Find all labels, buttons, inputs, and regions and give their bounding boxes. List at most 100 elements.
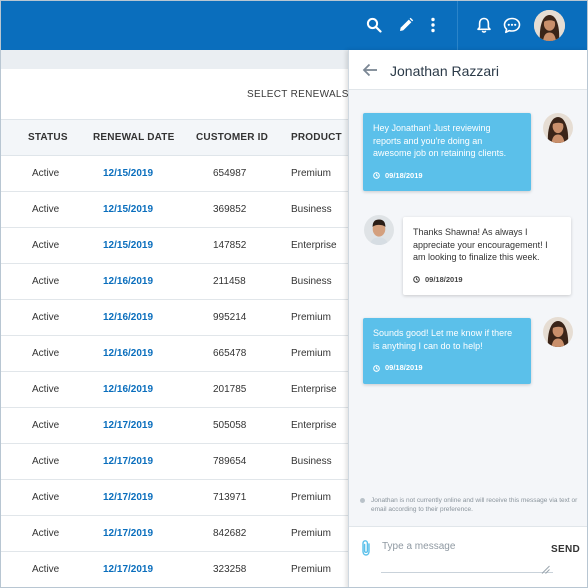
status-cell: Active <box>32 204 60 215</box>
column-customer-id[interactable]: CUSTOMER ID <box>196 132 268 143</box>
status-cell: Active <box>32 312 60 323</box>
status-cell: Active <box>32 420 60 431</box>
message-timestamp: 09/18/2019 <box>385 363 423 372</box>
contact-avatar <box>364 215 394 245</box>
message-composer: SEND <box>349 526 587 587</box>
product-cell: Enterprise <box>291 420 337 431</box>
paperclip-icon[interactable] <box>359 539 373 557</box>
renewal-date-link[interactable]: 12/17/2019 <box>103 420 153 431</box>
offline-notice-text: Jonathan is not currently online and wil… <box>371 497 578 513</box>
column-renewal-date[interactable]: RENEWAL DATE <box>93 132 174 143</box>
more-vert-icon[interactable] <box>422 14 444 36</box>
message-timestamp: 09/18/2019 <box>385 170 423 180</box>
table-header: STATUS RENEWAL DATE CUSTOMER ID PRODUCT <box>1 119 349 156</box>
table-row[interactable]: Active 12/15/2019 654987 Premium <box>1 156 349 192</box>
table-row[interactable]: Active 12/17/2019 323258 Premium <box>1 552 349 587</box>
table-row[interactable]: Active 12/16/2019 665478 Premium <box>1 336 349 372</box>
message-time: 09/18/2019 <box>373 362 521 375</box>
select-renewals-heading: SELECT RENEWALS D <box>247 89 360 100</box>
table-row[interactable]: Active 12/16/2019 995214 Premium <box>1 300 349 336</box>
renewal-date-link[interactable]: 12/15/2019 <box>103 240 153 251</box>
customer-id-cell: 323258 <box>213 564 247 575</box>
message-text: Sounds good! Let me know if there is any… <box>373 328 513 351</box>
table-row[interactable]: Active 12/17/2019 713971 Premium <box>1 480 349 516</box>
product-cell: Premium <box>291 312 332 323</box>
customer-id-cell: 369852 <box>213 204 247 215</box>
status-cell: Active <box>32 528 60 539</box>
table-row[interactable]: Active 12/16/2019 201785 Enterprise <box>1 372 349 408</box>
user-avatar[interactable] <box>534 10 565 41</box>
product-cell: Business <box>291 276 332 287</box>
back-arrow-icon[interactable] <box>361 61 379 79</box>
renewal-date-link[interactable]: 12/17/2019 <box>103 528 153 539</box>
chat-icon[interactable] <box>501 14 523 36</box>
customer-id-cell: 147852 <box>213 240 247 251</box>
topbar-divider <box>457 1 458 50</box>
table-row[interactable]: Active 12/15/2019 147852 Enterprise <box>1 228 349 264</box>
pencil-icon[interactable] <box>395 14 417 36</box>
table-row[interactable]: Active 12/15/2019 369852 Business <box>1 192 349 228</box>
renewal-date-link[interactable]: 12/17/2019 <box>103 564 153 575</box>
chat-panel: Jonathan Razzari Hey Jonathan! Just revi… <box>348 50 587 587</box>
bell-icon[interactable] <box>473 14 495 36</box>
customer-id-cell: 789654 <box>213 456 247 467</box>
status-cell: Active <box>32 276 60 287</box>
renewal-date-link[interactable]: 12/16/2019 <box>103 348 153 359</box>
renewal-date-link[interactable]: 12/16/2019 <box>103 384 153 395</box>
product-cell: Premium <box>291 528 332 539</box>
customer-id-cell: 505058 <box>213 420 247 431</box>
product-cell: Premium <box>291 564 332 575</box>
search-icon[interactable] <box>363 14 385 36</box>
table-row[interactable]: Active 12/16/2019 211458 Business <box>1 264 349 300</box>
renewal-date-link[interactable]: 12/17/2019 <box>103 492 153 503</box>
customer-id-cell: 211458 <box>213 276 246 287</box>
clock-icon <box>413 276 420 284</box>
message-time: 09/18/2019 <box>373 170 521 183</box>
status-cell: Active <box>32 240 60 251</box>
table-row[interactable]: Active 12/17/2019 789654 Business <box>1 444 349 480</box>
resize-grip-icon[interactable] <box>541 561 550 574</box>
column-status[interactable]: STATUS <box>28 132 68 143</box>
product-cell: Business <box>291 456 332 467</box>
chat-header: Jonathan Razzari <box>349 50 587 90</box>
clock-icon <box>373 172 380 180</box>
message-time: 09/18/2019 <box>413 274 561 287</box>
product-cell: Enterprise <box>291 384 337 395</box>
send-button[interactable]: SEND <box>551 544 580 555</box>
product-cell: Premium <box>291 168 332 179</box>
renewal-date-link[interactable]: 12/17/2019 <box>103 456 153 467</box>
offline-notice: Jonathan is not currently online and wil… <box>360 496 582 514</box>
product-cell: Enterprise <box>291 240 337 251</box>
customer-id-cell: 842682 <box>213 528 247 539</box>
status-cell: Active <box>32 456 60 467</box>
message-input[interactable] <box>381 535 553 573</box>
status-cell: Active <box>32 384 60 395</box>
renewal-date-link[interactable]: 12/15/2019 <box>103 204 153 215</box>
customer-id-cell: 665478 <box>213 348 247 359</box>
renewals-panel: SELECT RENEWALS D STATUS RENEWAL DATE CU… <box>1 50 359 587</box>
sender-avatar <box>543 113 573 143</box>
customer-id-cell: 713971 <box>213 492 247 503</box>
column-product[interactable]: PRODUCT <box>291 132 342 143</box>
top-app-bar <box>1 1 587 50</box>
message-text: Hey Jonathan! Just reviewing reports and… <box>373 123 507 158</box>
toolbar-strip <box>1 50 349 69</box>
status-dot-icon <box>360 498 365 503</box>
table-row[interactable]: Active 12/17/2019 505058 Enterprise <box>1 408 349 444</box>
message-bubble-incoming: Thanks Shawna! As always I appreciate yo… <box>403 217 571 295</box>
status-cell: Active <box>32 564 60 575</box>
app-window: SELECT RENEWALS D STATUS RENEWAL DATE CU… <box>0 0 588 588</box>
product-cell: Business <box>291 204 332 215</box>
renewal-date-link[interactable]: 12/16/2019 <box>103 276 153 287</box>
chat-contact-name: Jonathan Razzari <box>390 63 499 79</box>
renewal-date-link[interactable]: 12/15/2019 <box>103 168 153 179</box>
message-bubble-outgoing: Hey Jonathan! Just reviewing reports and… <box>363 113 531 191</box>
status-cell: Active <box>32 492 60 503</box>
customer-id-cell: 995214 <box>213 312 247 323</box>
customer-id-cell: 201785 <box>213 384 247 395</box>
message-timestamp: 09/18/2019 <box>425 274 463 284</box>
table-row[interactable]: Active 12/17/2019 842682 Premium <box>1 516 349 552</box>
renewal-date-link[interactable]: 12/16/2019 <box>103 312 153 323</box>
sender-avatar <box>543 317 573 347</box>
product-cell: Premium <box>291 492 332 503</box>
